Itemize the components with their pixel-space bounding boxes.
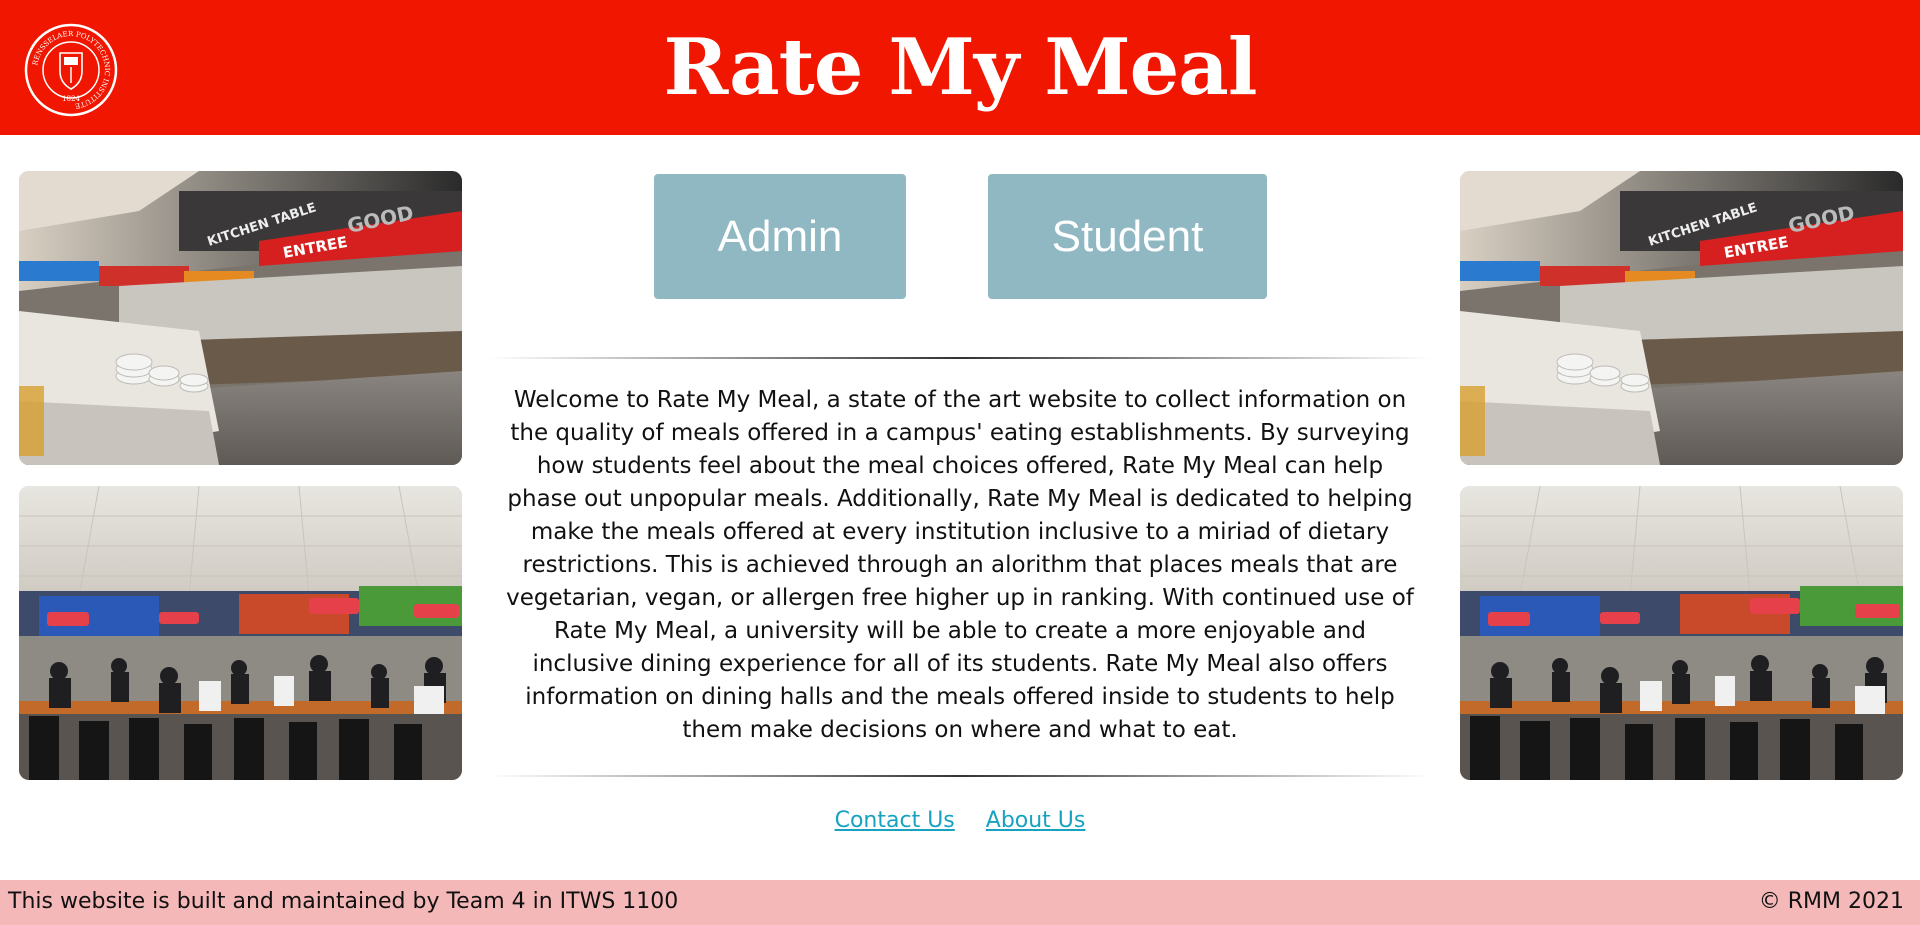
dining-hall-photo: [19, 486, 462, 780]
admin-button[interactable]: Admin: [654, 174, 906, 299]
top-divider: [488, 357, 1432, 359]
contact-us-link[interactable]: Contact Us: [835, 808, 955, 833]
copyright: © RMM 2021: [1758, 889, 1904, 914]
dining-hall-photo-right: [1460, 486, 1903, 780]
about-us-link[interactable]: About Us: [986, 808, 1086, 833]
site-header: RENSSELAER POLYTECHNIC INSTITUTE 1824 Ra…: [0, 0, 1920, 135]
welcome-text: Welcome to Rate My Meal, a state of the …: [506, 387, 1414, 743]
dining-servery-photo-right: KITCHEN TABLE GOOD ENTREE: [1460, 171, 1903, 465]
bottom-divider: [488, 775, 1432, 777]
footer-credit: This website is built and maintained by …: [8, 889, 679, 914]
dining-servery-photo: KITCHEN TABLE GOOD ENTREE: [19, 171, 462, 465]
footer-links: Contact Us About Us: [0, 808, 1920, 833]
site-footer: This website is built and maintained by …: [0, 880, 1920, 925]
page-title: Rate My Meal: [663, 22, 1258, 113]
student-button[interactable]: Student: [988, 174, 1267, 299]
